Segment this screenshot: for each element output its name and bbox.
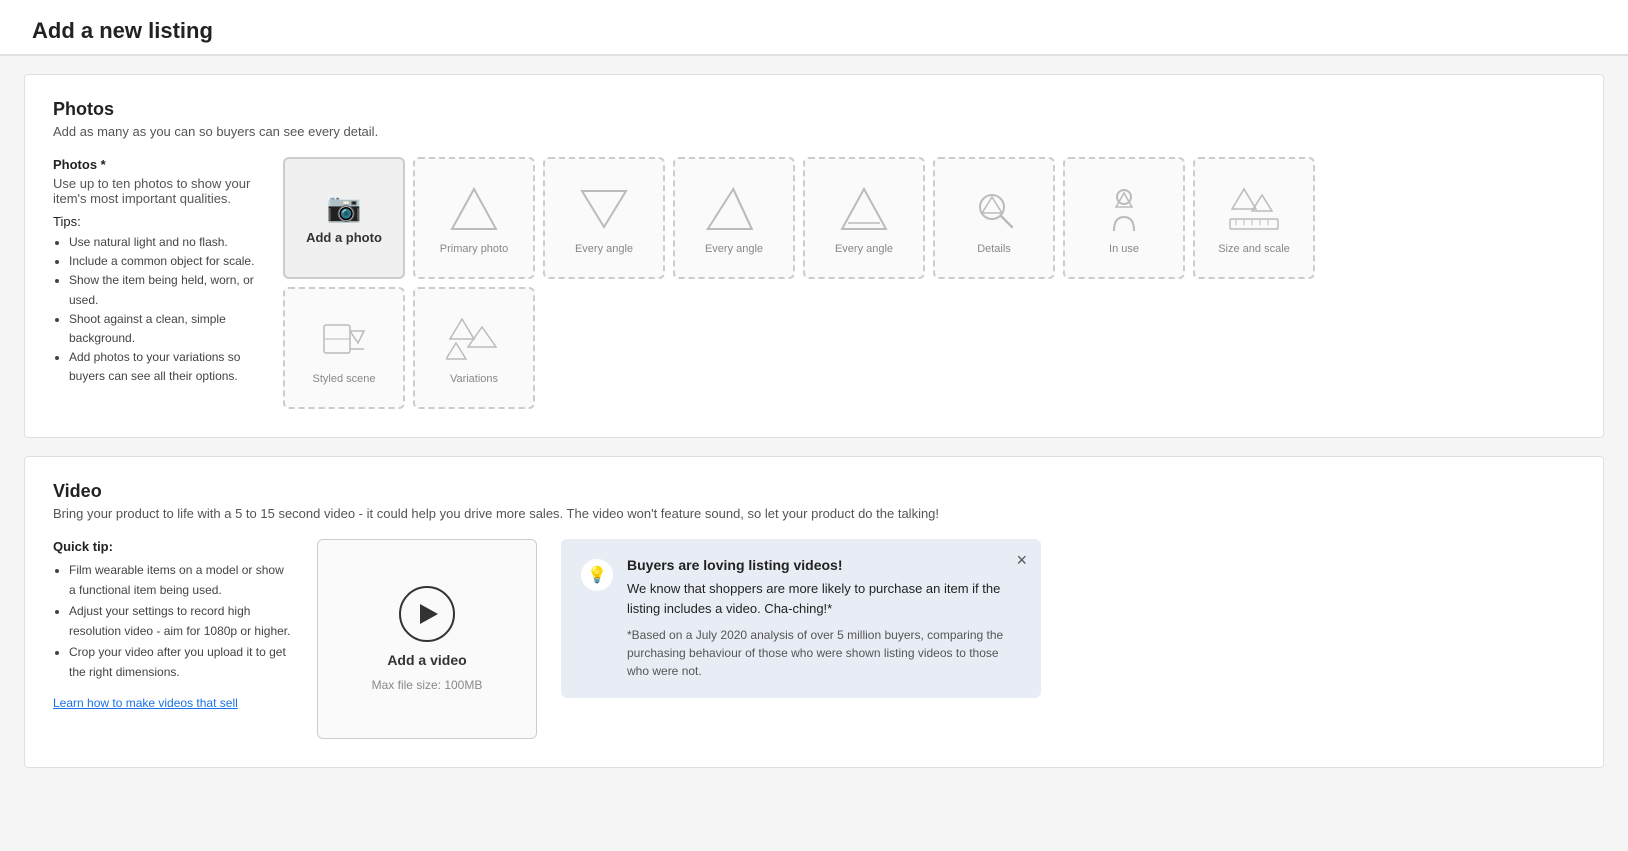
play-circle-icon [399,586,455,642]
scale-icon [1226,181,1282,237]
photo-slot-angle1[interactable]: Every angle [543,157,665,279]
photo-slot-variations[interactable]: Variations [413,287,535,409]
angle1-icon [576,181,632,237]
inuse-label: In use [1109,243,1139,255]
angle3-icon [836,181,892,237]
promo-body: We know that shoppers are more likely to… [627,579,1021,618]
quick-tip-label: Quick tip: [53,539,293,554]
details-label: Details [977,243,1011,255]
styled-icon [316,311,372,367]
photo-slot-angle3[interactable]: Every angle [803,157,925,279]
page-title: Add a new listing [0,0,1628,56]
variations-icon [446,311,502,367]
primary-photo-label: Primary photo [440,243,508,255]
tip-item: Use natural light and no flash. [69,233,263,252]
tip-item: Include a common object for scale. [69,252,263,271]
add-photo-label: Add a photo [306,230,382,245]
variations-label: Variations [450,373,498,385]
primary-photo-icon [446,181,502,237]
video-promo-card: 💡 Buyers are loving listing videos! We k… [561,539,1041,698]
promo-content: Buyers are loving listing videos! We kno… [627,557,1021,680]
photos-section-title: Photos [53,99,1575,120]
photos-row-1: 📷 Add a photo Primary photo Every angle [283,157,1315,279]
photos-label: Photos * [53,157,263,172]
video-section-title: Video [53,481,1575,502]
tip-item: Show the item being held, worn, or used. [69,271,263,309]
photos-section: Photos Add as many as you can so buyers … [24,74,1604,438]
promo-title: Buyers are loving listing videos! [627,557,1021,573]
angle2-label: Every angle [705,243,763,255]
video-layout: Quick tip: Film wearable items on a mode… [53,539,1575,739]
video-upload-size: Max file size: 100MB [372,678,483,692]
photo-slot-styled[interactable]: Styled scene [283,287,405,409]
video-section: Video Bring your product to life with a … [24,456,1604,768]
photo-slot-angle2[interactable]: Every angle [673,157,795,279]
scale-label: Size and scale [1218,243,1290,255]
tip-item: Add photos to your variations so buyers … [69,348,263,386]
video-tip-item: Adjust your settings to record high reso… [69,601,293,642]
lightbulb-icon: 💡 [587,565,607,585]
photos-tips: Photos * Use up to ten photos to show yo… [53,157,263,387]
photo-slot-scale[interactable]: Size and scale [1193,157,1315,279]
tips-label: Tips: [53,214,263,229]
play-triangle-icon [420,604,438,624]
angle1-label: Every angle [575,243,633,255]
angle3-label: Every angle [835,243,893,255]
photos-grid: 📷 Add a photo Primary photo Every angle [283,157,1315,409]
tip-item: Shoot against a clean, simple background… [69,310,263,348]
add-photo-button[interactable]: 📷 Add a photo [283,157,405,279]
photos-description: Use up to ten photos to show your item's… [53,176,263,206]
photos-row-2: Styled scene Variations [283,287,1315,409]
photos-tips-list: Use natural light and no flash. Include … [53,233,263,387]
camera-icon: 📷 [327,191,362,224]
video-tip-item: Crop your video after you upload it to g… [69,642,293,683]
video-tips-list: Film wearable items on a model or show a… [53,560,293,682]
video-upload-label: Add a video [387,652,466,668]
inuse-icon [1096,181,1152,237]
video-learn-link[interactable]: Learn how to make videos that sell [53,696,238,710]
video-tip-item: Film wearable items on a model or show a… [69,560,293,601]
video-upload-button[interactable]: Add a video Max file size: 100MB [317,539,537,739]
promo-close-button[interactable]: × [1016,551,1027,569]
styled-label: Styled scene [313,373,376,385]
promo-lightbulb-icon: 💡 [581,559,613,591]
angle2-icon [706,181,762,237]
details-icon [966,181,1022,237]
photo-slot-primary[interactable]: Primary photo [413,157,535,279]
photo-slot-inuse[interactable]: In use [1063,157,1185,279]
video-section-subtitle: Bring your product to life with a 5 to 1… [53,506,1575,521]
video-tips: Quick tip: Film wearable items on a mode… [53,539,293,710]
promo-footnote: *Based on a July 2020 analysis of over 5… [627,626,1021,680]
photos-section-subtitle: Add as many as you can so buyers can see… [53,124,1575,139]
photo-slot-details[interactable]: Details [933,157,1055,279]
